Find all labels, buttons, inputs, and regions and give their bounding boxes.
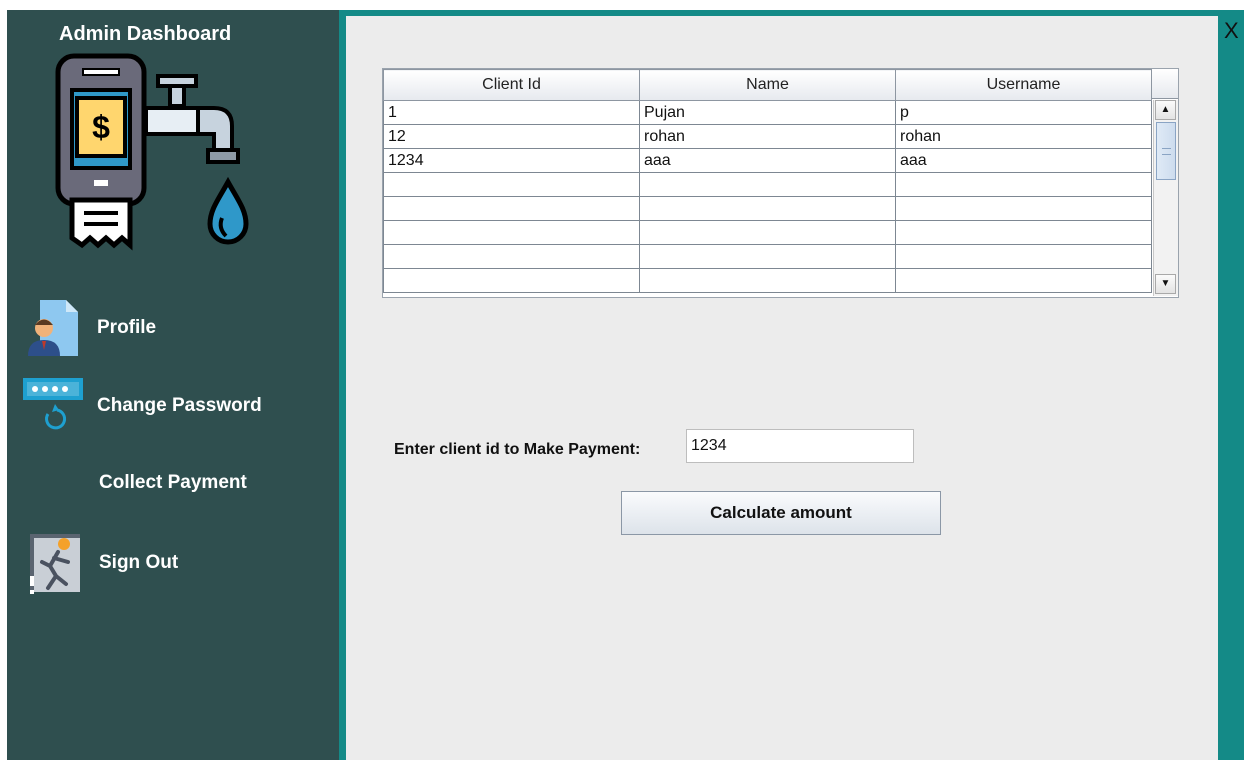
- water-bill-payment-icon: $: [55, 53, 249, 251]
- table-cell[interactable]: [639, 220, 896, 245]
- close-button[interactable]: X: [1224, 18, 1239, 44]
- sidebar-item-profile[interactable]: Profile: [97, 317, 156, 339]
- table-cell[interactable]: 12: [383, 124, 640, 149]
- table-cell[interactable]: p: [895, 100, 1152, 125]
- calculate-amount-button[interactable]: Calculate amount: [621, 491, 941, 535]
- table-cell[interactable]: aaa: [639, 148, 896, 173]
- table-cell[interactable]: [383, 172, 640, 197]
- table-cell[interactable]: Pujan: [639, 100, 896, 125]
- table-vertical-scrollbar[interactable]: ▲ ▼: [1153, 100, 1178, 296]
- table-cell[interactable]: 1: [383, 100, 640, 125]
- sign-out-icon: [30, 534, 80, 594]
- table-cell[interactable]: [639, 172, 896, 197]
- table-cell[interactable]: aaa: [895, 148, 1152, 173]
- scroll-down-arrow-icon[interactable]: ▼: [1155, 274, 1176, 294]
- client-id-input[interactable]: [686, 429, 914, 463]
- client-id-label: Enter client id to Make Payment:: [394, 441, 641, 458]
- table-row[interactable]: [383, 244, 1152, 269]
- table-header-corner: [1151, 69, 1178, 99]
- scroll-up-arrow-icon[interactable]: ▲: [1155, 100, 1176, 120]
- clients-table: Client Id Name Username 1 Pujan p 12 rohan r…: [382, 68, 1179, 298]
- sidebar-item-sign-out[interactable]: Sign Out: [99, 552, 178, 574]
- table-row[interactable]: 1 Pujan p: [383, 100, 1152, 125]
- table-cell[interactable]: [895, 268, 1152, 293]
- user-profile-icon: [28, 300, 78, 356]
- sidebar-item-change-password[interactable]: Change Password: [97, 395, 262, 417]
- password-reset-icon: [23, 378, 83, 430]
- column-header-client-id[interactable]: Client Id: [383, 69, 640, 101]
- background-window-strip: [0, 0, 1250, 10]
- table-cell[interactable]: [383, 196, 640, 221]
- table-row[interactable]: [383, 172, 1152, 197]
- scrollbar-thumb[interactable]: [1156, 122, 1176, 180]
- clients-grid: Client Id Name Username 1 Pujan p 12 rohan r…: [383, 69, 1152, 293]
- table-cell[interactable]: [383, 268, 640, 293]
- table-row[interactable]: 12 rohan rohan: [383, 124, 1152, 149]
- table-row[interactable]: [383, 268, 1152, 293]
- column-header-name[interactable]: Name: [639, 69, 896, 101]
- column-header-username[interactable]: Username: [895, 69, 1152, 101]
- table-cell[interactable]: 1234: [383, 148, 640, 173]
- table-row[interactable]: [383, 220, 1152, 245]
- table-cell[interactable]: [895, 196, 1152, 221]
- table-cell[interactable]: [383, 220, 640, 245]
- table-header-row: Client Id Name Username: [383, 69, 1152, 101]
- table-row[interactable]: 1234 aaa aaa: [383, 148, 1152, 173]
- table-cell[interactable]: [383, 244, 640, 269]
- table-cell[interactable]: [639, 196, 896, 221]
- table-cell[interactable]: rohan: [895, 124, 1152, 149]
- sidebar-item-collect-payment[interactable]: Collect Payment: [99, 472, 247, 494]
- table-cell[interactable]: [639, 268, 896, 293]
- table-cell[interactable]: rohan: [639, 124, 896, 149]
- table-cell[interactable]: [895, 244, 1152, 269]
- table-cell[interactable]: [639, 244, 896, 269]
- dashboard-title: Admin Dashboard: [59, 23, 232, 45]
- svg-text:$: $: [92, 109, 110, 145]
- table-cell[interactable]: [895, 172, 1152, 197]
- table-row[interactable]: [383, 196, 1152, 221]
- table-cell[interactable]: [895, 220, 1152, 245]
